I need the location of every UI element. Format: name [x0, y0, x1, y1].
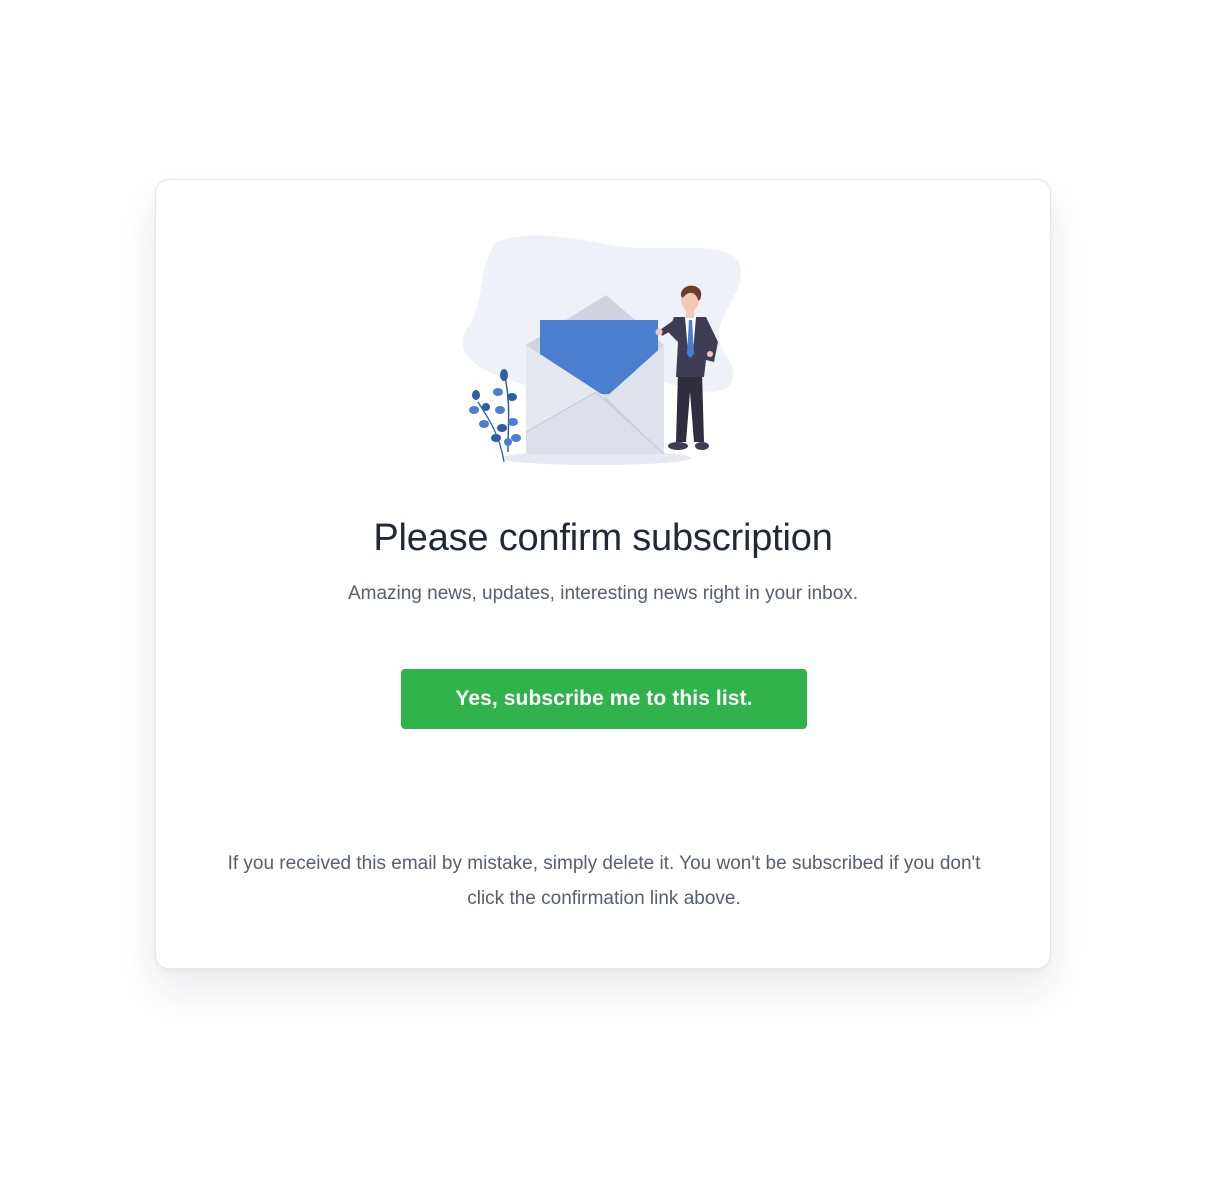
subscribe-confirm-button[interactable]: Yes, subscribe me to this list. [401, 669, 807, 729]
page-title: Please confirm subscription [373, 517, 833, 559]
mistake-disclaimer-text: If you received this email by mistake, s… [227, 853, 981, 909]
plant [469, 369, 521, 463]
page-subtitle: Amazing news, updates, interesting news … [347, 583, 859, 604]
envelope-illustration [462, 235, 741, 465]
confirmation-card: Please confirm subscription Amazing news… [155, 179, 1051, 969]
page: Please confirm subscription Amazing news… [0, 0, 1208, 1180]
